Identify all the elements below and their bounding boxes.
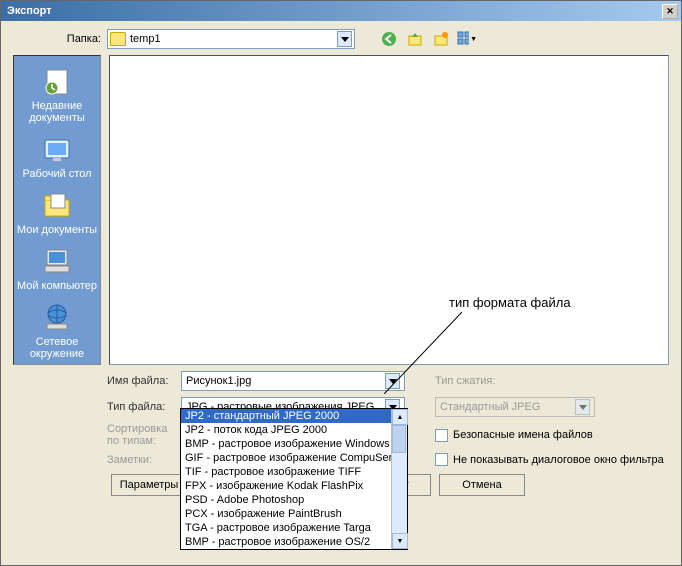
sidebar-item-recent[interactable]: Недавние документы: [14, 62, 100, 128]
scrollbar[interactable]: ▲ ▼: [391, 409, 407, 549]
dropdown-item[interactable]: TIF - растровое изображение TIFF: [181, 465, 407, 479]
sidebar-label: Рабочий стол: [22, 168, 91, 180]
dropdown-arrow-icon: [385, 373, 400, 389]
folder-icon: [110, 32, 126, 46]
network-icon: [41, 302, 73, 334]
dropdown-item[interactable]: PCX - изображение PaintBrush: [181, 507, 407, 521]
new-folder-icon: [433, 31, 449, 47]
sidebar-label: Недавние документы: [16, 100, 98, 124]
filetype-label: Тип файла:: [107, 401, 175, 413]
cancel-button[interactable]: Отмена: [439, 474, 525, 496]
params-button[interactable]: Параметры: [111, 474, 187, 496]
computer-icon: [41, 246, 73, 278]
documents-icon: [41, 190, 73, 222]
view-menu-button[interactable]: ▼: [457, 29, 477, 49]
no-dialog-checkbox[interactable]: Не показывать диалоговое окно фильтра: [435, 453, 664, 466]
up-button[interactable]: [405, 29, 425, 49]
sidebar-label: Сетевое окружение: [16, 336, 98, 360]
filename-input[interactable]: Рисунок1.jpg: [181, 371, 405, 391]
dropdown-item[interactable]: TGA - растровое изображение Targa: [181, 521, 407, 535]
checkbox-icon: [435, 453, 448, 466]
dropdown-item[interactable]: JP2 - поток кода JPEG 2000: [181, 423, 407, 437]
up-folder-icon: [407, 31, 423, 47]
chevron-down-icon: ▼: [397, 538, 404, 545]
dropdown-item[interactable]: FPX - изображение Kodak FlashPix: [181, 479, 407, 493]
view-icon: [457, 31, 469, 47]
scroll-up-button[interactable]: ▲: [392, 409, 408, 425]
sidebar-item-desktop[interactable]: Рабочий стол: [14, 130, 100, 184]
folder-value: temp1: [130, 33, 337, 45]
sidebar-item-network[interactable]: Сетевое окружение: [14, 298, 100, 364]
close-icon: ✕: [666, 6, 674, 17]
desktop-icon: [41, 134, 73, 166]
filetype-dropdown-list: JP2 - стандартный JPEG 2000 JP2 - поток …: [180, 408, 408, 550]
filename-label: Имя файла:: [107, 375, 175, 387]
back-icon: [381, 31, 397, 47]
chevron-down-icon: ▼: [470, 36, 477, 43]
scroll-down-button[interactable]: ▼: [392, 533, 408, 549]
new-folder-button[interactable]: [431, 29, 451, 49]
checkbox-icon: [435, 429, 448, 442]
window-title: Экспорт: [4, 5, 662, 17]
notes-label: Заметки:: [107, 454, 175, 466]
recent-icon: [41, 66, 73, 98]
title-bar: Экспорт ✕: [1, 1, 681, 21]
compression-select: Стандартный JPEG: [435, 397, 595, 417]
dropdown-item[interactable]: PSD - Adobe Photoshop: [181, 493, 407, 507]
folder-select[interactable]: temp1: [107, 29, 355, 49]
dropdown-item[interactable]: GIF - растровое изображение CompuServe: [181, 451, 407, 465]
chevron-up-icon: ▲: [397, 414, 404, 421]
dropdown-arrow-icon: [337, 31, 352, 47]
sidebar-item-documents[interactable]: Мои документы: [14, 186, 100, 240]
scroll-thumb[interactable]: [392, 425, 406, 453]
sidebar-item-computer[interactable]: Мой компьютер: [14, 242, 100, 296]
close-button[interactable]: ✕: [662, 4, 678, 19]
dropdown-item[interactable]: JP2 - стандартный JPEG 2000: [181, 409, 407, 423]
file-list-area[interactable]: [109, 55, 669, 365]
sidebar-label: Мои документы: [17, 224, 97, 236]
safe-names-checkbox[interactable]: Безопасные имена файлов: [435, 429, 593, 442]
sidebar-label: Мой компьютер: [17, 280, 97, 292]
compression-label: Тип сжатия:: [435, 375, 495, 387]
sort-label: Сортировка по типам:: [107, 423, 175, 447]
dropdown-item[interactable]: BMP - растровое изображение Windows: [181, 437, 407, 451]
dropdown-item[interactable]: BMP - растровое изображение OS/2: [181, 535, 407, 549]
annotation-text: тип формата файла: [449, 295, 571, 310]
places-sidebar: Недавние документы Рабочий стол Мои доку…: [13, 55, 101, 365]
dropdown-arrow-icon: [575, 399, 590, 415]
folder-label: Папка:: [13, 33, 101, 45]
back-button[interactable]: [379, 29, 399, 49]
